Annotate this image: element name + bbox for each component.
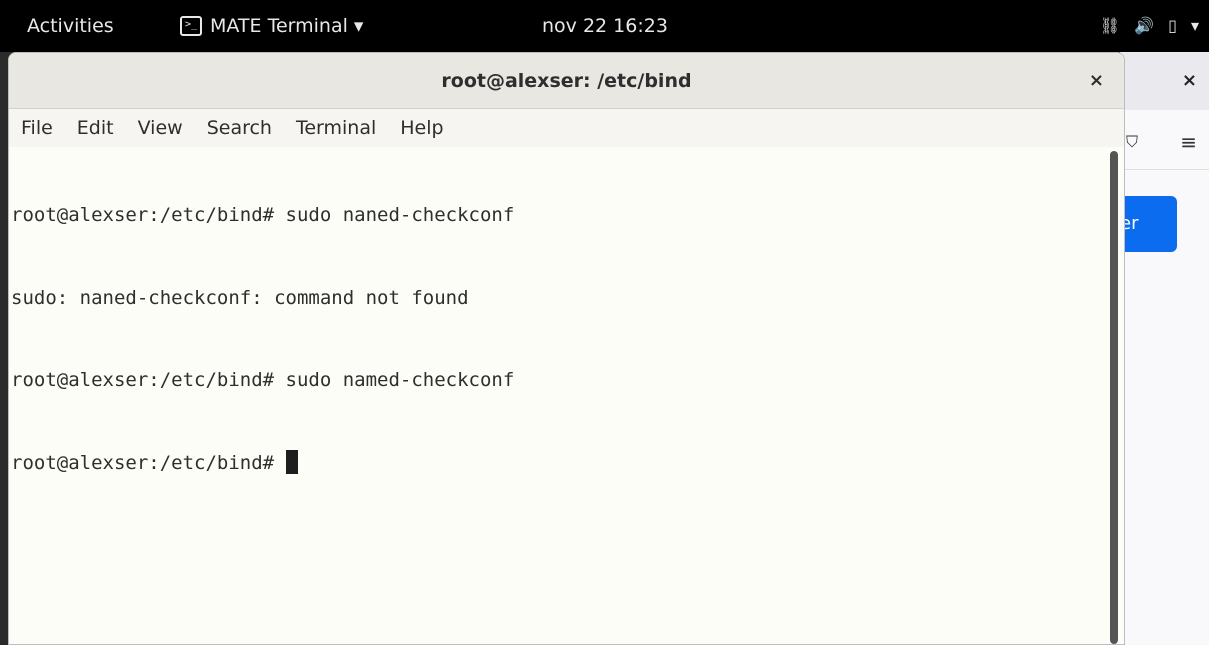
text-cursor [285,449,298,474]
terminal-titlebar[interactable]: root@alexser: /etc/bind × [9,53,1124,109]
background-browser-window: × ⛉ ≡ er [1120,52,1209,645]
window-title: root@alexser: /etc/bind [441,70,692,92]
menu-terminal[interactable]: Terminal [296,117,376,139]
system-menu-icon[interactable]: ▾ [1191,0,1199,52]
menu-search[interactable]: Search [207,117,272,139]
close-icon[interactable]: × [1089,53,1104,109]
browser-close-icon[interactable]: × [1182,70,1197,91]
terminal-line: sudo: naned-checkconf: command not found [11,286,469,309]
menu-help[interactable]: Help [400,117,443,139]
browser-primary-button[interactable]: er [1120,196,1177,252]
system-tray[interactable]: ⛓ 🔊 ▯ ▾ [1100,0,1209,52]
activities-button[interactable]: Activities [27,0,114,52]
hamburger-menu-icon[interactable]: ≡ [1180,130,1197,154]
volume-icon[interactable]: 🔊 [1134,0,1154,52]
terminal-menubar: File Edit View Search Terminal Help [9,109,1124,147]
menu-view[interactable]: View [138,117,183,139]
pocket-icon[interactable]: ⛉ [1126,132,1138,152]
menu-file[interactable]: File [21,117,53,139]
app-menu[interactable]: >_ MATE Terminal ▾ [180,0,363,52]
terminal-prompt: root@alexser:/etc/bind# [11,451,286,474]
terminal-prompt-line: root@alexser:/etc/bind# [11,449,1104,478]
network-icon[interactable]: ⛓ [1100,0,1120,52]
terminal-line: root@alexser:/etc/bind# sudo naned-check… [11,204,515,226]
battery-icon[interactable]: ▯ [1168,0,1177,52]
terminal-output[interactable]: root@alexser:/etc/bind# sudo naned-check… [9,147,1104,644]
terminal-window: root@alexser: /etc/bind × File Edit View… [8,52,1125,645]
menu-edit[interactable]: Edit [77,117,114,139]
clock[interactable]: nov 22 16:23 [542,0,668,52]
scrollbar[interactable] [1110,151,1118,644]
top-panel: Activities >_ MATE Terminal ▾ nov 22 16:… [0,0,1209,52]
terminal-icon: >_ [180,16,202,36]
terminal-line: root@alexser:/etc/bind# sudo named-check… [11,369,515,391]
app-menu-label: MATE Terminal ▾ [210,15,364,37]
